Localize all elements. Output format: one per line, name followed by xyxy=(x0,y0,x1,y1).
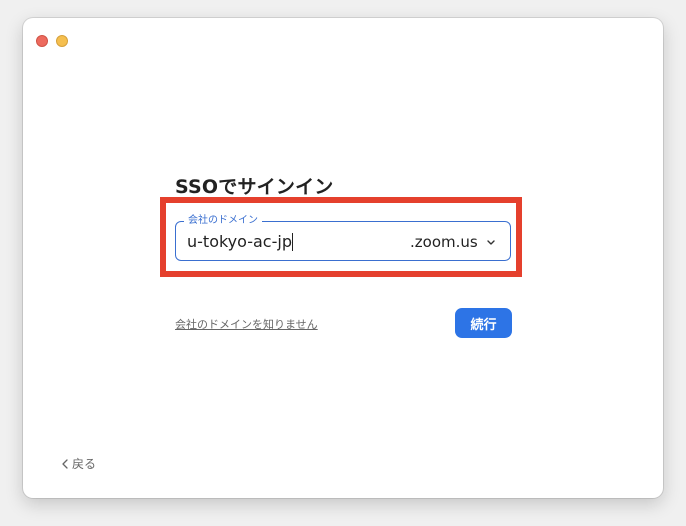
unknown-domain-link[interactable]: 会社のドメインを知りません xyxy=(175,316,318,332)
domain-suffix: .zoom.us xyxy=(410,233,478,251)
back-label: 戻る xyxy=(72,457,97,471)
company-domain-input[interactable]: u-tokyo-ac-jp xyxy=(187,232,293,252)
close-window-button[interactable] xyxy=(36,35,48,47)
text-caret xyxy=(291,233,293,251)
minimize-window-button[interactable] xyxy=(56,35,68,47)
back-button[interactable]: 戻る xyxy=(60,455,96,472)
company-domain-label: 会社のドメイン xyxy=(184,214,262,228)
sso-signin-window: SSOでサインイン 会社のドメイン u-tokyo-ac-jp .zoom.us… xyxy=(23,18,663,498)
company-domain-field[interactable]: 会社のドメイン u-tokyo-ac-jp .zoom.us xyxy=(175,214,511,261)
page-title: SSOでサインイン xyxy=(175,176,334,198)
continue-button[interactable]: 続行 xyxy=(455,308,512,338)
chevron-left-icon xyxy=(62,458,68,469)
chevron-down-icon[interactable] xyxy=(484,234,498,248)
